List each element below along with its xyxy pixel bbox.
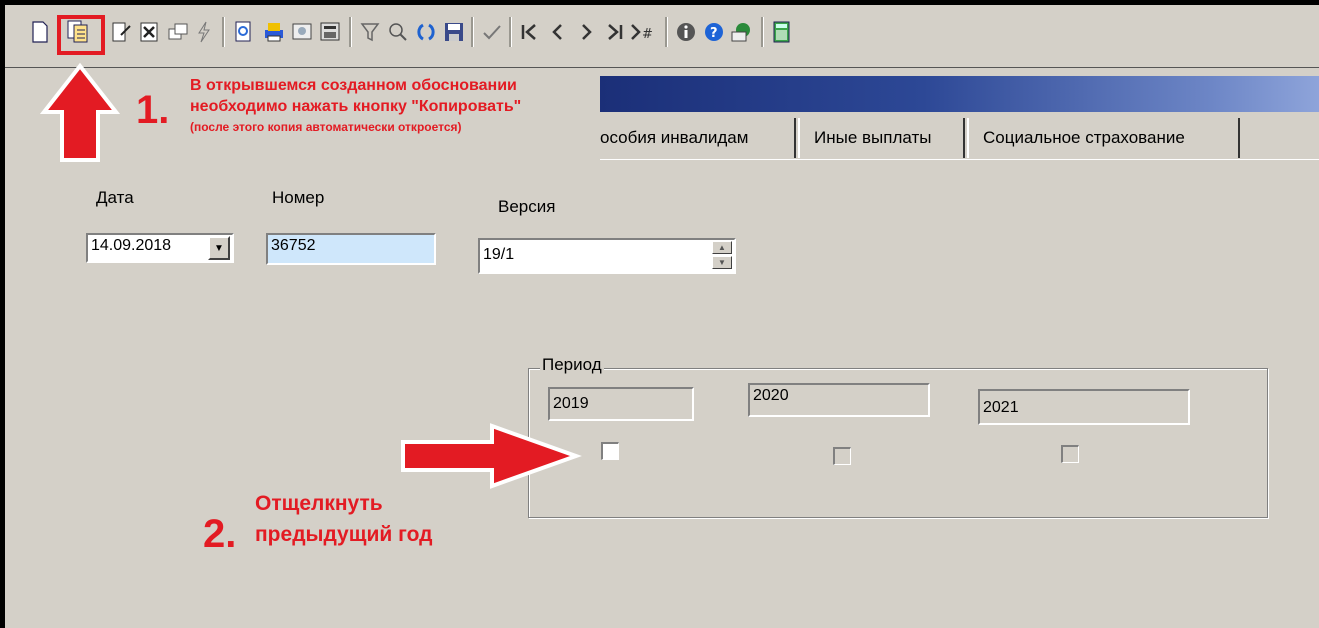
prev-icon[interactable] (545, 17, 571, 47)
spin-down-icon: ▼ (718, 258, 726, 267)
copy-button-highlight (57, 15, 105, 55)
year-field-2020[interactable]: 2020 (748, 383, 930, 417)
svg-text:#: # (642, 27, 653, 42)
view-icon[interactable] (289, 17, 315, 47)
year-value: 2019 (553, 395, 589, 412)
step-1-line-3: (после этого копия автоматически откроет… (190, 120, 462, 134)
info-icon[interactable] (673, 17, 699, 47)
mail-icon[interactable] (729, 17, 755, 47)
step-2-line-1: Отщелкнуть (255, 492, 383, 515)
calc-window-icon[interactable] (317, 17, 343, 47)
tab-label: Социальное страхование (983, 128, 1185, 147)
spin-up-icon: ▲ (718, 243, 726, 252)
svg-text:?: ? (710, 26, 718, 41)
tab-label: Иные выплаты (814, 128, 932, 147)
right-arrow-icon (401, 423, 582, 489)
tabs-divider (600, 159, 1319, 160)
edit-doc-icon[interactable] (109, 17, 135, 47)
preview-icon[interactable] (231, 17, 257, 47)
lightning-icon[interactable] (191, 17, 217, 47)
tab-other-payments[interactable]: Иные выплаты (798, 118, 965, 158)
number-field[interactable]: 36752 (266, 233, 436, 265)
year-field-2019[interactable]: 2019 (548, 387, 694, 421)
step-1-note: В открывшемся созданном обосновании необ… (190, 75, 521, 138)
help-icon[interactable]: ? (701, 17, 727, 47)
toolbar: # ? (5, 5, 1319, 68)
save-icon[interactable] (441, 17, 467, 47)
goto-number-icon[interactable]: # (629, 17, 655, 47)
calculator-icon[interactable] (769, 17, 795, 47)
year-field-2021[interactable]: 2021 (978, 389, 1190, 425)
tab-disability-benefits[interactable]: особия инвалидам (600, 118, 796, 158)
delete-doc-icon[interactable] (137, 17, 163, 47)
filter-icon[interactable] (357, 17, 383, 47)
step-1-line-1: В открывшемся созданном обосновании (190, 77, 517, 94)
step-2-note: Отщелкнуть предыдущий год (255, 488, 432, 550)
check-icon[interactable] (479, 17, 505, 47)
tab-social-insurance[interactable]: Социальное страхование (967, 118, 1240, 158)
date-value: 14.09.2018 (91, 237, 172, 254)
window-title-bar (600, 76, 1319, 112)
year-value: 2021 (983, 399, 1019, 416)
search-icon[interactable] (385, 17, 411, 47)
period-legend: Период (540, 355, 604, 375)
version-label: Версия (498, 197, 556, 216)
spin-up-button[interactable]: ▲ (712, 241, 732, 254)
year-checkbox-2020[interactable] (833, 447, 851, 465)
first-icon[interactable] (517, 17, 543, 47)
next-icon[interactable] (573, 17, 599, 47)
number-label: Номер (272, 188, 325, 207)
refresh-icon[interactable] (413, 17, 439, 47)
version-value: 19/1 (483, 246, 515, 263)
year-value: 2020 (753, 387, 789, 404)
step-1-number: 1. (136, 88, 170, 132)
date-label: Дата (96, 188, 134, 207)
step-2-line-2: предыдущий год (255, 523, 433, 546)
window-icon[interactable] (165, 17, 191, 47)
last-icon[interactable] (601, 17, 627, 47)
number-value: 36752 (271, 237, 316, 254)
year-checkbox-2019[interactable] (601, 442, 619, 460)
version-field[interactable]: 19/1 (478, 238, 736, 274)
date-dropdown-button[interactable]: ▼ (208, 236, 230, 260)
up-arrow-icon (39, 62, 121, 162)
step-2-number: 2. (203, 512, 237, 556)
new-doc-icon[interactable] (27, 17, 53, 47)
spin-down-button[interactable]: ▼ (712, 256, 732, 269)
print-icon[interactable] (261, 17, 287, 47)
year-checkbox-2021[interactable] (1061, 445, 1079, 463)
chevron-down-icon: ▼ (214, 242, 224, 254)
step-1-line-2: необходимо нажать кнопку "Копировать" (190, 98, 522, 115)
tab-label: особия инвалидам (600, 128, 749, 147)
